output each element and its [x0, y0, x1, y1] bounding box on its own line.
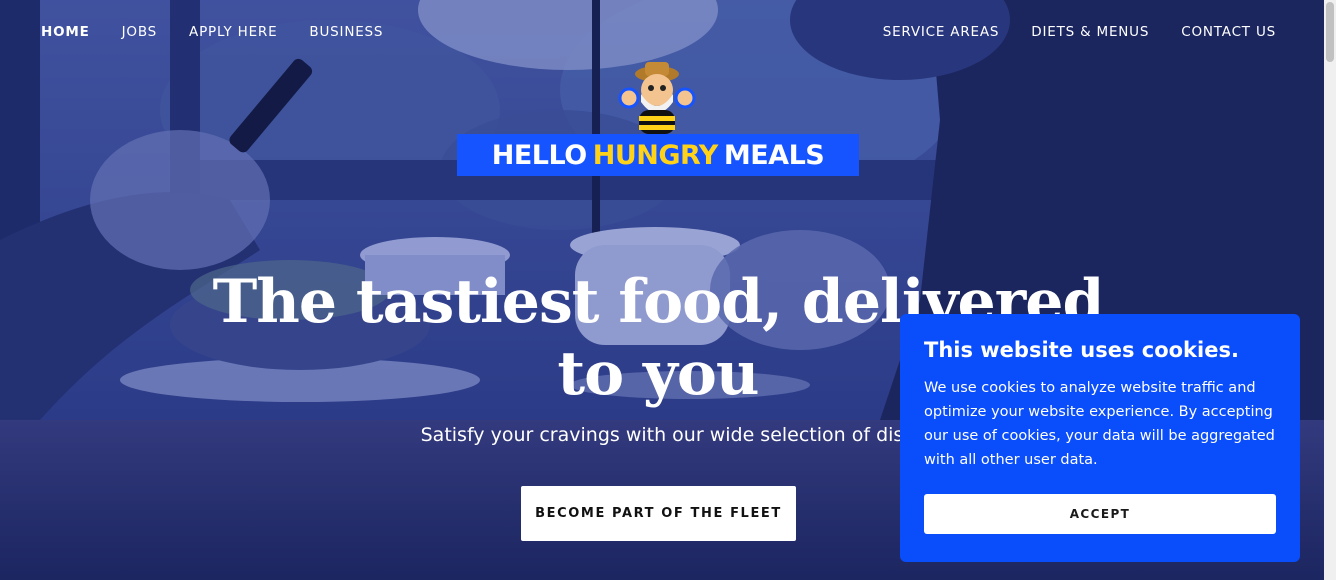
primary-nav-left: HOME JOBS APPLY HERE BUSINESS: [41, 22, 415, 42]
logo-word-meals: MEALS: [723, 139, 825, 171]
become-part-of-fleet-button[interactable]: BECOME PART OF THE FLEET: [521, 486, 796, 541]
nav-apply-here[interactable]: APPLY HERE: [189, 22, 277, 42]
logo-word-hungry: HUNGRY: [592, 139, 719, 171]
cookie-accept-button[interactable]: ACCEPT: [924, 494, 1276, 534]
cookie-banner-title: This website uses cookies.: [924, 338, 1239, 362]
nav-contact-us[interactable]: CONTACT US: [1181, 22, 1276, 42]
site-logo[interactable]: HELLO HUNGRY MEALS: [457, 58, 859, 176]
nav-jobs[interactable]: JOBS: [122, 22, 157, 42]
cookie-banner-body: We use cookies to analyze website traffi…: [924, 380, 1275, 468]
nav-diets-menus[interactable]: DIETS & MENUS: [1031, 22, 1149, 42]
logo-wordmark: HELLO HUNGRY MEALS: [457, 134, 859, 176]
cartoon-chef-mascot-icon: [618, 62, 696, 134]
primary-nav-right: SERVICE AREAS DIETS & MENUS CONTACT US: [851, 22, 1276, 42]
scrollbar-thumb[interactable]: [1326, 2, 1334, 62]
nav-service-areas[interactable]: SERVICE AREAS: [883, 22, 1000, 42]
nav-business[interactable]: BUSINESS: [309, 22, 383, 42]
logo-word-hello: HELLO: [491, 139, 587, 171]
nav-home[interactable]: HOME: [41, 22, 90, 42]
cookie-consent-banner: This website uses cookies. We use cookie…: [900, 314, 1300, 562]
hero-headline-line2: to you: [557, 339, 759, 409]
page-scrollbar[interactable]: [1324, 0, 1336, 580]
